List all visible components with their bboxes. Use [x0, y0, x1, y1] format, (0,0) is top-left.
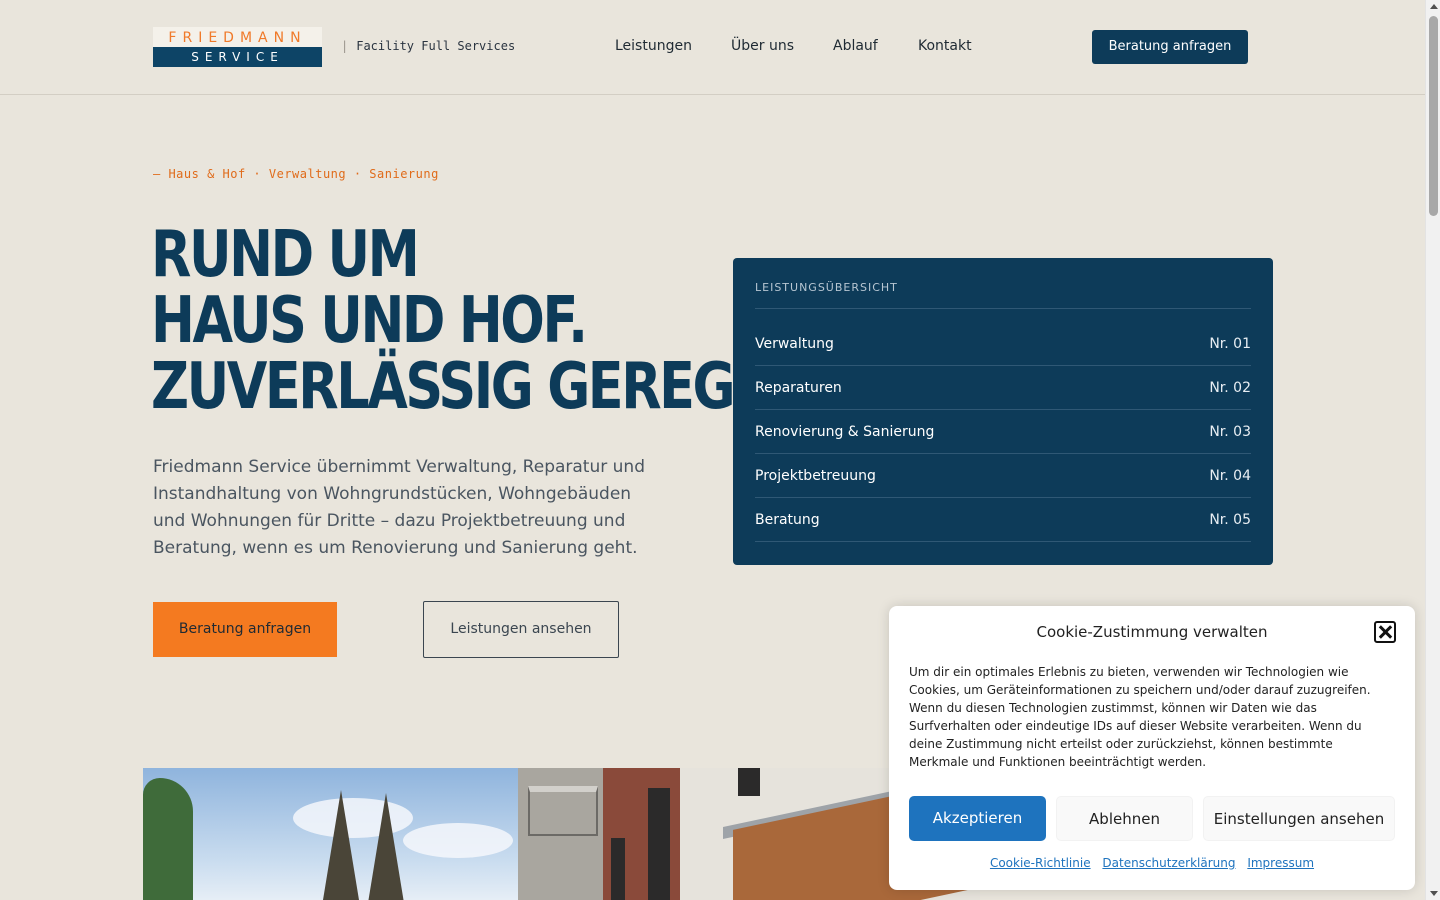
scrollbar[interactable]: [1425, 0, 1440, 900]
panel-divider: [755, 308, 1251, 309]
list-item[interactable]: Verwaltung Nr. 01: [755, 322, 1251, 366]
site-header: FRIEDMANN SERVICE | Facility Full Service…: [0, 0, 1425, 95]
nav-kontakt[interactable]: Kontakt: [918, 38, 972, 54]
service-label: Renovierung & Sanierung: [755, 423, 935, 440]
nav-leistungen[interactable]: Leistungen: [615, 38, 692, 54]
tagline: | Facility Full Services: [341, 39, 515, 53]
photo-tree: [143, 778, 193, 900]
headline-line-3: ZUVERLÄSSIG GEREGELT.: [151, 350, 834, 424]
cookie-title: Cookie-Zustimmung verwalten: [1036, 623, 1268, 641]
cookie-accept-button[interactable]: Akzeptieren: [909, 796, 1046, 841]
privacy-policy-link[interactable]: Datenschutzerklärung: [1102, 856, 1235, 870]
scrollbar-thumb[interactable]: [1429, 16, 1438, 216]
imprint-link[interactable]: Impressum: [1247, 856, 1314, 870]
tagline-separator: |: [341, 39, 349, 53]
tagline-text: Facility Full Services: [356, 39, 516, 53]
hero-headline: RUND UM HAUS UND HOF. ZUVERLÄSSIG GEREGE…: [151, 218, 834, 424]
cookie-deny-button[interactable]: Ablehnen: [1056, 796, 1193, 841]
cathedral-spire: [368, 793, 404, 900]
photo-window: [611, 838, 625, 900]
cathedral-spire: [323, 790, 359, 900]
panel-title: LEISTUNGSÜBERSICHT: [755, 281, 898, 294]
header-cta-button[interactable]: Beratung anfragen: [1092, 30, 1248, 64]
nav-ueber-uns[interactable]: Über uns: [731, 38, 794, 54]
headline-line-2: HAUS UND HOF.: [151, 284, 588, 358]
hero-secondary-button[interactable]: Leistungen ansehen: [423, 601, 619, 658]
service-label: Beratung: [755, 511, 820, 528]
photo-window: [648, 788, 670, 900]
cookie-links: Cookie-Richtlinie Datenschutzerklärung I…: [889, 856, 1415, 870]
photo-window: [738, 768, 760, 796]
list-item[interactable]: Reparaturen Nr. 02: [755, 366, 1251, 410]
nav-ablauf[interactable]: Ablauf: [833, 38, 878, 54]
hero-primary-button[interactable]: Beratung anfragen: [153, 602, 337, 657]
scroll-down-icon[interactable]: [1430, 891, 1438, 896]
service-number: Nr. 05: [1209, 511, 1251, 528]
cookie-policy-link[interactable]: Cookie-Richtlinie: [990, 856, 1091, 870]
hero-lead: Friedmann Service übernimmt Verwaltung, …: [153, 457, 645, 558]
hero-eyebrow: — Haus & Hof · Verwaltung · Sanierung: [153, 167, 439, 181]
services-overview-panel: LEISTUNGSÜBERSICHT Verwaltung Nr. 01 Repa…: [733, 258, 1273, 565]
scroll-up-icon[interactable]: [1430, 4, 1438, 9]
headline-line-1: RUND UM: [151, 218, 420, 292]
photo-balcony: [528, 786, 598, 836]
service-number: Nr. 04: [1209, 467, 1251, 484]
logo-wordmark-top: FRIEDMANN: [153, 27, 322, 47]
list-item[interactable]: Projektbetreuung Nr. 04: [755, 454, 1251, 498]
close-icon[interactable]: [1374, 621, 1396, 643]
service-number: Nr. 01: [1209, 335, 1251, 352]
service-label: Verwaltung: [755, 335, 834, 352]
logo-wordmark-bottom: SERVICE: [153, 47, 322, 67]
list-item[interactable]: Beratung Nr. 05: [755, 498, 1251, 542]
service-number: Nr. 02: [1209, 379, 1251, 396]
logo[interactable]: FRIEDMANN SERVICE: [153, 27, 322, 67]
service-label: Projektbetreuung: [755, 467, 876, 484]
cookie-consent-dialog: Cookie-Zustimmung verwalten Um dir ein o…: [889, 606, 1415, 890]
cookie-settings-button[interactable]: Einstellungen ansehen: [1203, 796, 1395, 841]
services-list: Verwaltung Nr. 01 Reparaturen Nr. 02 Renov…: [755, 322, 1251, 542]
list-item[interactable]: Renovierung & Sanierung Nr. 03: [755, 410, 1251, 454]
service-label: Reparaturen: [755, 379, 842, 396]
photo-cloud: [403, 823, 513, 858]
cookie-text: Um dir ein optimales Erlebnis zu bieten,…: [909, 665, 1371, 769]
service-number: Nr. 03: [1209, 423, 1251, 440]
